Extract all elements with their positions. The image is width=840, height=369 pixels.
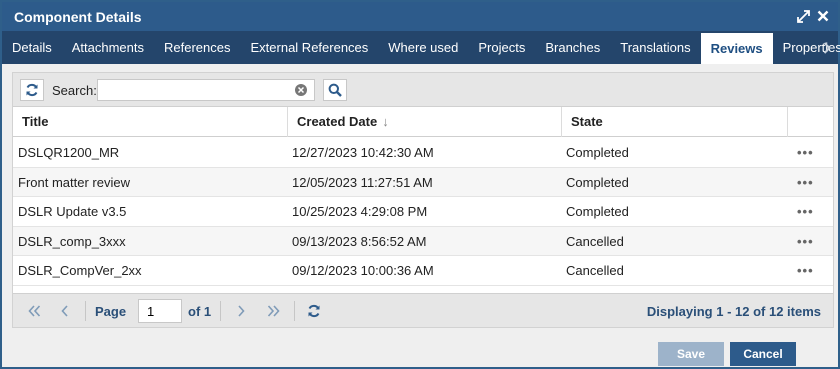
dialog-titlebar: Component Details: [2, 2, 838, 31]
table-row[interactable]: Front matter review 12/05/2023 11:27:51 …: [13, 167, 833, 198]
tab-where-used[interactable]: Where used: [378, 31, 468, 64]
save-button[interactable]: Save: [658, 342, 724, 366]
previous-page-icon[interactable]: [56, 302, 74, 320]
page-count-label: of 1: [188, 304, 212, 319]
tab-references[interactable]: References: [154, 31, 240, 64]
sort-descending-icon: ↓: [382, 114, 389, 129]
search-label: Search:: [52, 83, 97, 98]
reviews-panel: Search: Title Created Date ↓ State DSLQR1…: [12, 72, 834, 328]
cell-state: Cancelled: [566, 263, 624, 279]
cell-state: Completed: [566, 174, 629, 190]
cell-title: DSLQR1200_MR: [18, 145, 120, 160]
dialog-title: Component Details: [14, 9, 142, 25]
refresh-button[interactable]: [20, 79, 44, 101]
expand-icon[interactable]: [796, 8, 810, 24]
pager-separator: [85, 301, 86, 321]
tab-bar: Details Attachments References External …: [2, 31, 840, 64]
pagination-info: Displaying 1 - 12 of 12 items: [646, 304, 821, 319]
tab-attachments[interactable]: Attachments: [62, 31, 154, 64]
next-page-icon[interactable]: [232, 302, 250, 320]
cell-created-date: 09/12/2023 10:00:36 AM: [292, 263, 434, 279]
pager-separator: [220, 301, 221, 321]
column-header-created-date[interactable]: Created Date ↓: [288, 107, 562, 137]
table-row[interactable]: DSLR Update v3.5 10/25/2023 4:29:08 PM C…: [13, 197, 833, 227]
search-toolbar: Search:: [13, 73, 833, 107]
refresh-icon: [26, 83, 38, 97]
table-row[interactable]: DSLQR1200_MR 12/27/2023 10:42:30 AM Comp…: [13, 138, 833, 168]
more-actions-icon[interactable]: •••: [797, 138, 813, 167]
tab-details[interactable]: Details: [2, 31, 62, 64]
more-actions-icon[interactable]: •••: [797, 197, 813, 226]
cell-state: Completed: [566, 145, 629, 160]
more-actions-icon[interactable]: •••: [797, 256, 813, 285]
search-input[interactable]: [97, 79, 315, 101]
tab-scroll-right-icon[interactable]: [816, 31, 838, 64]
cell-title: DSLR Update v3.5: [18, 204, 127, 220]
more-actions-icon[interactable]: •••: [797, 227, 813, 256]
tab-projects[interactable]: Projects: [468, 31, 535, 64]
cell-created-date: 12/05/2023 11:27:51 AM: [292, 174, 433, 190]
cell-state: Completed: [566, 204, 629, 220]
pagination-toolbar: Page of 1 Displaying 1 - 12 of 12 items: [13, 293, 833, 327]
clear-search-icon[interactable]: [295, 84, 307, 96]
cancel-button[interactable]: Cancel: [730, 342, 796, 366]
tab-reviews[interactable]: Reviews: [700, 31, 773, 64]
grid-rows: DSLQR1200_MR 12/27/2023 10:42:30 AM Comp…: [13, 138, 833, 286]
search-icon: [328, 83, 342, 97]
cell-created-date: 12/27/2023 10:42:30 AM: [292, 145, 434, 160]
page-number-input[interactable]: [138, 299, 182, 323]
cell-state: Cancelled: [566, 233, 624, 249]
page-label: Page: [95, 304, 127, 319]
cell-title: DSLR_CompVer_2xx: [18, 263, 142, 279]
more-actions-icon[interactable]: •••: [797, 168, 813, 197]
table-row[interactable]: DSLR_CompVer_2xx 09/12/2023 10:00:36 AM …: [13, 256, 833, 286]
pager-refresh-icon[interactable]: [305, 302, 323, 320]
last-page-icon[interactable]: [264, 302, 282, 320]
grid-header: Title Created Date ↓ State: [13, 107, 833, 137]
tab-branches[interactable]: Branches: [535, 31, 610, 64]
column-header-actions: [788, 107, 833, 137]
column-header-state[interactable]: State: [562, 107, 788, 137]
first-page-icon[interactable]: [25, 302, 43, 320]
search-button[interactable]: [323, 79, 347, 101]
column-header-title[interactable]: Title: [13, 107, 288, 137]
cell-title: DSLR_comp_3xxx: [18, 233, 126, 249]
close-icon[interactable]: [816, 8, 830, 24]
titlebar-icons: [796, 8, 830, 24]
table-row[interactable]: DSLR_comp_3xxx 09/13/2023 8:56:52 AM Can…: [13, 226, 833, 257]
pager-separator: [294, 301, 295, 321]
tab-translations[interactable]: Translations: [610, 31, 700, 64]
cell-created-date: 10/25/2023 4:29:08 PM: [292, 204, 428, 220]
component-details-dialog: Component Details Details Attachments Re…: [0, 0, 840, 369]
tab-external-references[interactable]: External References: [241, 31, 379, 64]
cell-created-date: 09/13/2023 8:56:52 AM: [292, 233, 427, 249]
cell-title: Front matter review: [18, 174, 130, 190]
